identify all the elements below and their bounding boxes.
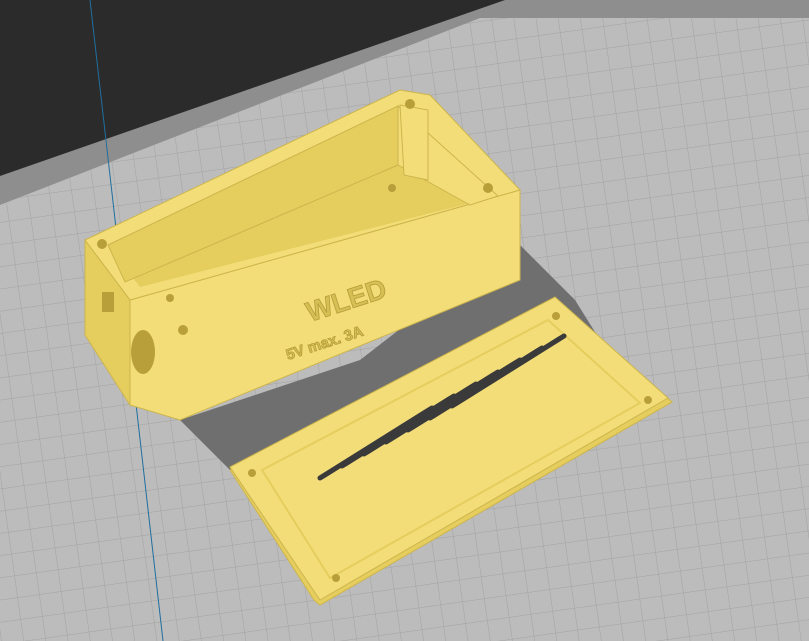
3d-viewport[interactable]: WLED 5V max. 3A (0, 0, 809, 641)
screw-hole (248, 469, 256, 477)
screw-hole (97, 239, 107, 249)
scene-canvas[interactable]: WLED 5V max. 3A (0, 0, 809, 641)
screw-hole (644, 396, 652, 404)
box-standoff-post (399, 104, 429, 181)
screw-hole (483, 183, 493, 193)
screw-hole (178, 325, 188, 335)
screw-hole (332, 574, 340, 582)
side-port-square (102, 292, 114, 312)
screw-hole (552, 312, 560, 320)
screw-hole (405, 99, 415, 109)
screw-hole (166, 294, 174, 302)
screw-hole (388, 184, 396, 192)
side-port-round (131, 330, 155, 374)
